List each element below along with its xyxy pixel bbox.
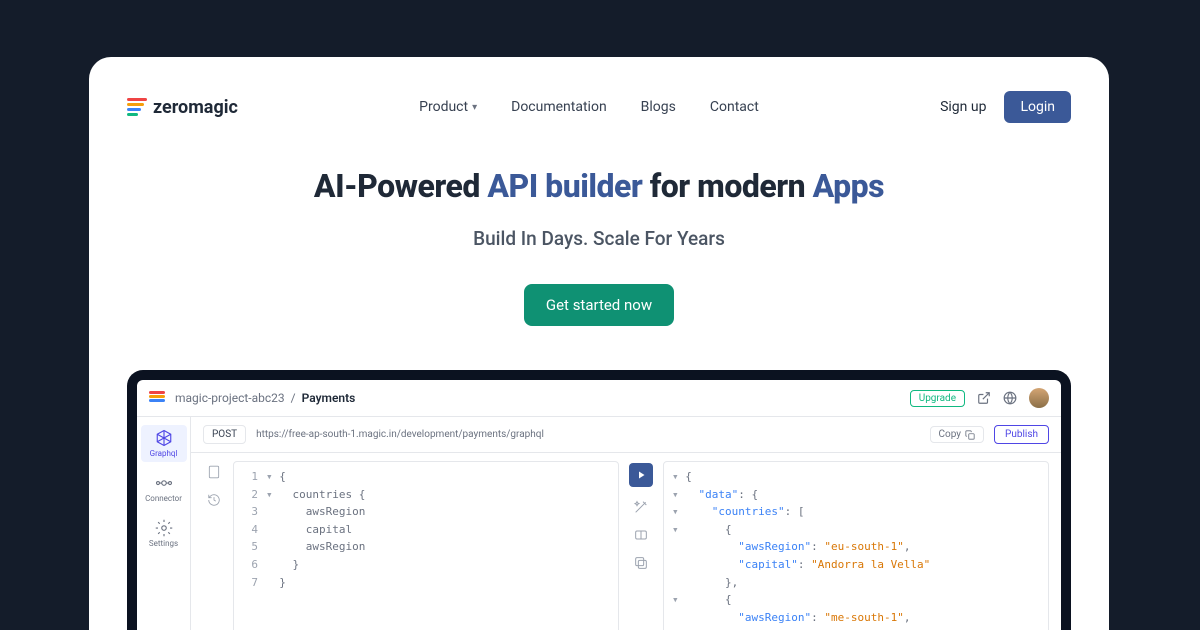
top-nav: zeromagic Product ▾ Documentation Blogs … [127,87,1071,127]
app-main: POST https://free-ap-south-1.magic.in/de… [191,417,1061,630]
url-bar: POST https://free-ap-south-1.magic.in/de… [191,417,1061,453]
app-sidebar: Graphql Connector Settings [137,417,191,630]
chevron-down-icon: ▾ [472,102,477,113]
breadcrumb: magic-project-abc23 / Payments [175,391,355,405]
publish-button[interactable]: Publish [994,425,1049,444]
nav-right: Sign up Login [940,91,1071,123]
gear-icon [155,519,173,537]
endpoint-url: https://free-ap-south-1.magic.in/develop… [256,429,919,440]
hero: AI-Powered API builder for modern Apps B… [127,167,1071,326]
graphql-icon [155,429,173,447]
connector-icon [155,474,173,492]
signup-link[interactable]: Sign up [940,99,986,115]
brand-name: zeromagic [153,97,238,118]
landing-card: zeromagic Product ▾ Documentation Blogs … [89,57,1109,630]
brand-logo[interactable]: zeromagic [127,97,238,118]
app-logo-icon [149,391,165,405]
login-button[interactable]: Login [1004,91,1071,123]
http-method[interactable]: POST [203,425,246,444]
breadcrumb-project[interactable]: magic-project-abc23 [175,391,285,405]
wand-icon[interactable] [633,499,649,515]
sidebar-item-graphql[interactable]: Graphql [141,425,187,462]
run-button[interactable] [629,463,653,487]
query-editor[interactable]: 1▾ { 2▾ countries { 3 awsRegion 4 capita… [233,461,619,630]
file-icon[interactable] [207,465,221,479]
hero-title: AI-Powered API builder for modern Apps [127,167,1071,205]
app-screenshot: magic-project-abc23 / Payments Upgrade G… [137,380,1061,630]
breadcrumb-page: Payments [302,391,356,405]
center-tool-column [627,461,655,630]
nav-product[interactable]: Product ▾ [419,99,477,115]
sidebar-item-connector[interactable]: Connector [141,470,187,507]
nav-center: Product ▾ Documentation Blogs Contact [248,99,930,115]
app-topbar: magic-project-abc23 / Payments Upgrade [137,380,1061,417]
copy-icon[interactable] [633,555,649,571]
upgrade-button[interactable]: Upgrade [910,390,965,407]
external-link-icon[interactable] [977,391,991,405]
nav-documentation[interactable]: Documentation [511,99,607,115]
hero-subtitle: Build In Days. Scale For Years [127,227,1071,250]
history-icon[interactable] [207,493,221,507]
nav-contact[interactable]: Contact [710,99,759,115]
device-frame: magic-project-abc23 / Payments Upgrade G… [127,370,1071,630]
left-tool-column [203,461,225,630]
nav-blogs[interactable]: Blogs [641,99,676,115]
logo-icon [127,98,147,116]
play-icon [635,469,647,481]
avatar[interactable] [1029,388,1049,408]
merge-icon[interactable] [633,527,649,543]
copy-button[interactable]: Copy [930,426,985,443]
get-started-button[interactable]: Get started now [524,284,674,326]
editor-area: 1▾ { 2▾ countries { 3 awsRegion 4 capita… [191,453,1061,630]
sidebar-item-settings[interactable]: Settings [141,515,187,552]
globe-icon[interactable] [1003,391,1017,405]
response-viewer[interactable]: ▾ { ▾ "data": { ▾ "countries": [ ▾ { "aw… [663,461,1049,630]
